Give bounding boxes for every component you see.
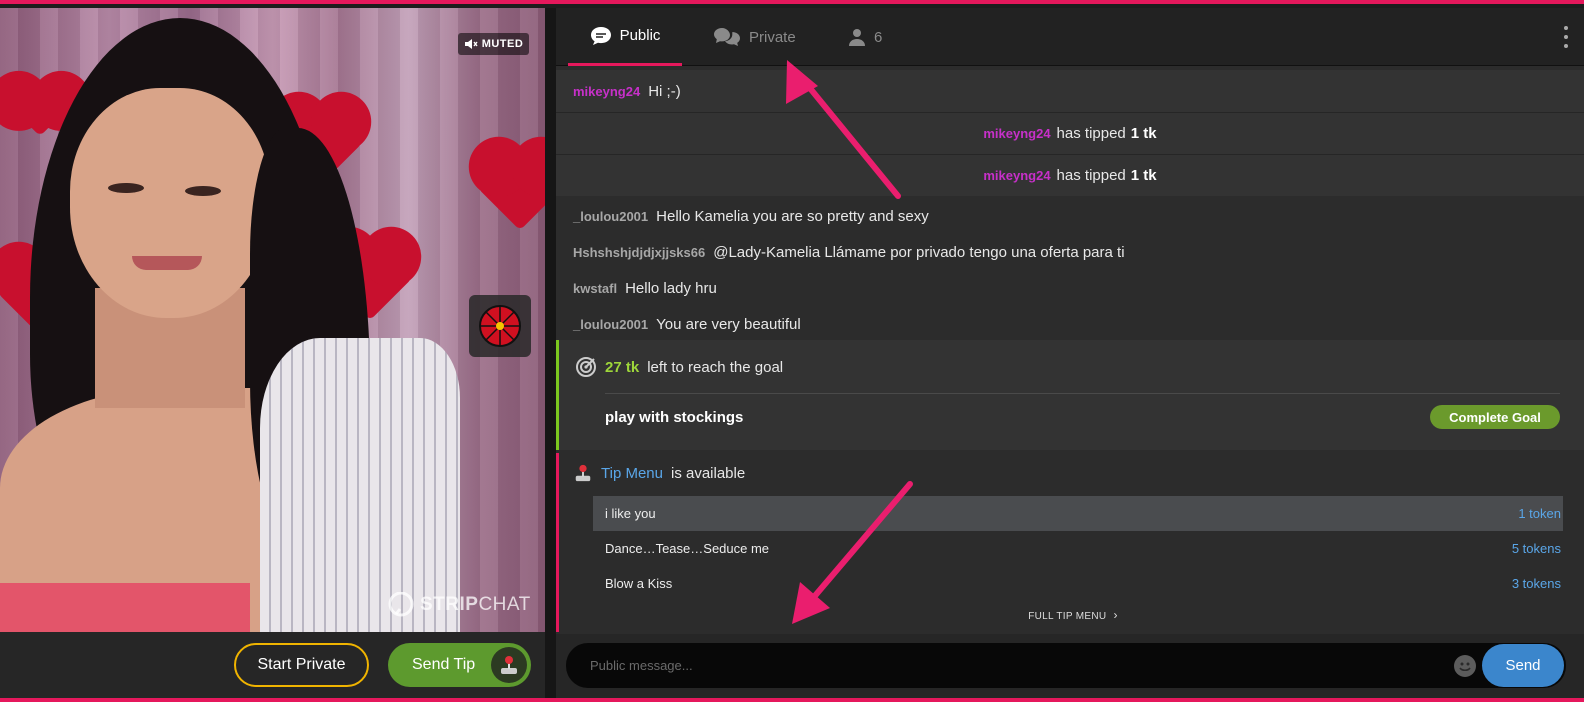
more-options-icon[interactable] xyxy=(1564,26,1570,48)
send-tip-button[interactable]: Send Tip xyxy=(388,643,531,687)
tip-text: has tipped xyxy=(1056,167,1126,184)
target-icon xyxy=(576,357,596,377)
watermark-strip: STRIP xyxy=(420,594,479,615)
tip-notification: mikeyng24 has tipped 1 tk xyxy=(556,154,1584,196)
goal-amount: 27 tk xyxy=(605,358,640,376)
goal-status: 27 tk left to reach the goal xyxy=(575,356,783,378)
message-composer: Send xyxy=(556,634,1584,698)
video-controls-bar: Start Private Send Tip xyxy=(0,632,545,698)
message-username[interactable]: _loulou2001 xyxy=(573,317,648,332)
tip-menu-item-label: Dance…Tease…Seduce me xyxy=(605,541,770,556)
performer-shirt xyxy=(260,338,460,632)
chat-messages: mikeyng24 Hi ;-) mikeyng24 has tipped 1 … xyxy=(556,70,1584,342)
tip-amount: 1 tk xyxy=(1130,167,1157,184)
message-text: @Lady-Kamelia Llámame por privado tengo … xyxy=(713,243,1125,261)
tip-notification: mikeyng24 has tipped 1 tk xyxy=(556,112,1584,154)
goal-left-text: left to reach the goal xyxy=(647,358,784,376)
chat-message: mikeyng24 Hi ;-) xyxy=(556,70,1584,112)
tab-private[interactable]: Private xyxy=(713,8,796,66)
tip-menu-item-label: Blow a Kiss xyxy=(605,576,673,591)
tip-menu-item-label: i like you xyxy=(605,506,656,521)
stripchat-watermark: STRIPCHAT xyxy=(388,592,531,618)
user-icon xyxy=(849,29,865,46)
panel-divider xyxy=(545,8,556,698)
tip-username[interactable]: mikeyng24 xyxy=(983,168,1050,183)
performer-face xyxy=(70,88,270,318)
goal-panel: 27 tk left to reach the goal play with s… xyxy=(556,340,1584,450)
page-root: MUTED STRIPCHAT Start Private Send Tip P… xyxy=(0,0,1584,702)
watermark-chat: CHAT xyxy=(478,594,531,615)
public-message-input[interactable] xyxy=(566,643,1566,688)
start-private-button[interactable]: Start Private xyxy=(234,643,369,687)
muted-badge[interactable]: MUTED xyxy=(458,33,529,55)
message-text: Hello lady hru xyxy=(625,279,717,297)
muted-label: MUTED xyxy=(481,38,524,50)
tab-public-label: Public xyxy=(619,27,661,44)
tip-username[interactable]: mikeyng24 xyxy=(983,126,1050,141)
message-username[interactable]: kwstafl xyxy=(573,281,617,296)
message-text: Hello Kamelia you are so pretty and sexy xyxy=(656,207,929,225)
tip-menu-item[interactable]: i like you 1 token xyxy=(593,496,1563,531)
tab-users[interactable]: 6 xyxy=(848,8,882,66)
tip-menu-item[interactable]: Blow a Kiss 3 tokens xyxy=(593,566,1563,601)
emoji-icon[interactable] xyxy=(1454,655,1476,677)
tab-private-label: Private xyxy=(749,28,796,46)
users-count: 6 xyxy=(874,28,883,46)
performer-eye xyxy=(185,186,221,196)
fortune-wheel-button[interactable] xyxy=(469,295,531,357)
chat-message: _loulou2001 Hello Kamelia you are so pre… xyxy=(556,198,1584,234)
private-chat-icon xyxy=(714,28,740,46)
performer-mouth xyxy=(132,256,202,270)
chat-bubble-icon xyxy=(590,26,611,45)
send-message-button[interactable]: Send xyxy=(1482,644,1564,687)
message-username[interactable]: _loulou2001 xyxy=(573,209,648,224)
send-tip-label: Send Tip xyxy=(412,656,476,673)
chat-tabs: Public Private 6 xyxy=(556,8,1584,66)
tip-menu-panel: Tip Menu is available i like you 1 token… xyxy=(556,453,1584,632)
message-text: You are very beautiful xyxy=(656,315,801,333)
chat-panel: Public Private 6 mikeyng24 Hi ;-) mikeyn… xyxy=(556,8,1584,698)
performer-lingerie xyxy=(0,583,250,632)
joystick-icon xyxy=(575,464,591,482)
performer-eye xyxy=(108,183,144,193)
tip-text: has tipped xyxy=(1056,125,1126,142)
joystick-icon xyxy=(491,647,527,683)
tip-menu-link[interactable]: Tip Menu xyxy=(601,465,663,482)
chat-message: kwstafl Hello lady hru xyxy=(556,270,1584,306)
tip-menu-item-price: 3 tokens xyxy=(1511,576,1561,591)
full-tip-menu-link[interactable]: FULL TIP MENU › xyxy=(559,608,1584,622)
stripchat-logo-icon xyxy=(388,592,414,617)
tip-menu-item-price: 5 tokens xyxy=(1511,541,1561,556)
chat-message: Hshshshjdjdjxjjsks66 @Lady-Kamelia Lláma… xyxy=(556,234,1584,270)
speaker-muted-icon xyxy=(464,39,478,49)
message-username[interactable]: Hshshshjdjdjxjjsks66 xyxy=(573,245,705,260)
tip-menu-item[interactable]: Dance…Tease…Seduce me 5 tokens xyxy=(593,531,1563,566)
fortune-wheel-icon xyxy=(479,305,521,347)
complete-goal-button[interactable]: Complete Goal xyxy=(1430,405,1560,429)
goal-description: play with stockings xyxy=(605,409,744,426)
tab-public[interactable]: Public xyxy=(568,8,682,66)
chat-message: _loulou2001 You are very beautiful xyxy=(556,306,1584,342)
full-tip-menu-label: FULL TIP MENU xyxy=(1028,611,1107,622)
chevron-right-icon: › xyxy=(1113,608,1118,622)
message-text: Hi ;-) xyxy=(648,82,681,100)
tip-menu-item-price: 1 token xyxy=(1518,506,1561,521)
video-player[interactable]: MUTED STRIPCHAT xyxy=(0,8,545,632)
tip-menu-available: is available xyxy=(670,464,746,482)
message-username[interactable]: mikeyng24 xyxy=(573,84,640,99)
goal-divider xyxy=(605,393,1560,394)
tip-menu-header: Tip Menu is available xyxy=(573,463,745,483)
tip-amount: 1 tk xyxy=(1130,125,1157,142)
